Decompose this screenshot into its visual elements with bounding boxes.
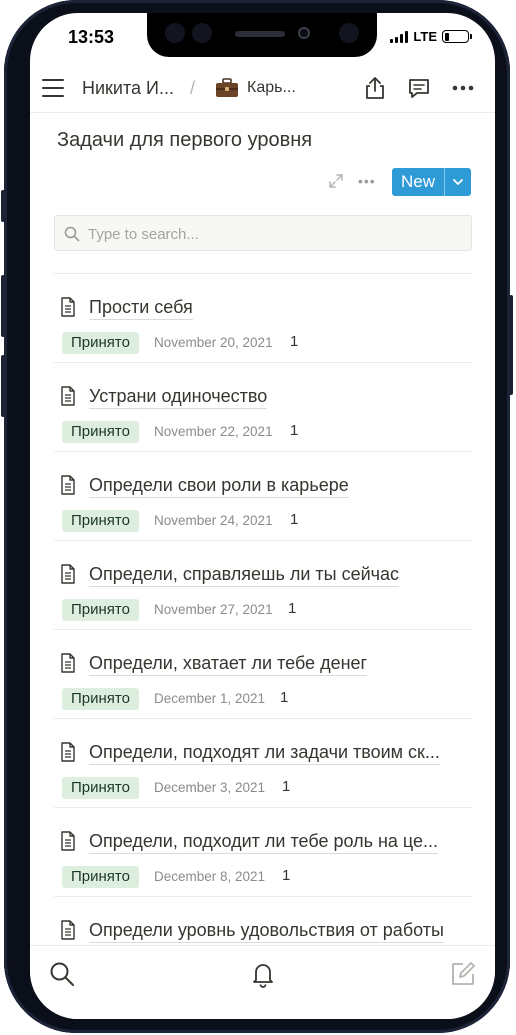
list-item[interactable]: Прости себя Принято November 20, 2021 1 bbox=[54, 274, 472, 363]
list-item[interactable]: Определи свои роли в карьере Принято Nov… bbox=[54, 452, 472, 541]
document-icon bbox=[61, 475, 75, 495]
page-title: Задачи для первого уровня bbox=[57, 129, 313, 151]
network-label: LTE bbox=[413, 29, 437, 44]
status-badge: Принято bbox=[62, 866, 139, 888]
battery-icon bbox=[442, 30, 472, 43]
breadcrumb-workspace[interactable]: Никита И... bbox=[82, 78, 174, 99]
document-icon bbox=[61, 742, 75, 762]
expand-icon[interactable] bbox=[328, 173, 344, 189]
volume-up-button bbox=[1, 275, 5, 337]
breadcrumb-separator: / bbox=[190, 78, 196, 98]
menu-icon[interactable] bbox=[42, 79, 64, 97]
view-more-button[interactable]: ••• bbox=[358, 173, 376, 189]
search-icon[interactable] bbox=[48, 960, 76, 988]
status-badge: Принято bbox=[62, 688, 139, 710]
briefcase-icon bbox=[216, 78, 238, 97]
screen: 13:53 LTE Никита И... / Карь... Задачи д… bbox=[30, 13, 495, 1019]
share-icon[interactable] bbox=[362, 75, 388, 101]
silent-switch bbox=[1, 190, 5, 222]
task-list: Прости себя Принято November 20, 2021 1 … bbox=[54, 274, 472, 986]
status-indicators: LTE bbox=[390, 29, 472, 44]
status-badge: Принято bbox=[62, 421, 139, 443]
document-icon bbox=[61, 831, 75, 851]
notch-speaker bbox=[235, 31, 285, 37]
item-title[interactable]: Определи, хватает ли тебе денег bbox=[89, 653, 368, 676]
search-input[interactable] bbox=[86, 223, 456, 245]
search-icon bbox=[64, 226, 80, 242]
list-item[interactable]: Определи, справляешь ли ты сейчас Принят… bbox=[54, 541, 472, 630]
item-title[interactable]: Определи, справляешь ли ты сейчас bbox=[89, 564, 400, 587]
item-count: 1 bbox=[280, 689, 289, 706]
item-date: November 24, 2021 bbox=[154, 513, 273, 528]
document-icon bbox=[61, 920, 75, 940]
breadcrumb-page[interactable]: Карь... bbox=[247, 79, 296, 97]
document-icon bbox=[61, 297, 75, 317]
document-icon bbox=[61, 653, 75, 673]
status-badge: Принято bbox=[62, 777, 139, 799]
item-title[interactable]: Определи, подходят ли задачи твоим ск... bbox=[89, 742, 440, 765]
item-count: 1 bbox=[290, 422, 299, 439]
item-title[interactable]: Определи, подходит ли тебе роль на це... bbox=[89, 831, 439, 854]
item-title[interactable]: Определи уровнь удовольствия от работы bbox=[89, 920, 444, 943]
volume-down-button bbox=[1, 355, 5, 417]
top-bar: Никита И... / Карь... bbox=[30, 63, 495, 113]
item-date: December 8, 2021 bbox=[154, 869, 266, 884]
notch-sensor bbox=[192, 23, 212, 43]
item-title[interactable]: Определи свои роли в карьере bbox=[89, 475, 349, 498]
item-count: 1 bbox=[290, 511, 299, 528]
item-count: 1 bbox=[288, 600, 297, 617]
phone-frame: 13:53 LTE Никита И... / Карь... Задачи д… bbox=[1, 0, 513, 1033]
item-title[interactable]: Прости себя bbox=[89, 297, 193, 320]
bottom-bar bbox=[30, 945, 495, 1019]
document-icon bbox=[61, 564, 75, 584]
status-badge: Принято bbox=[62, 510, 139, 532]
new-button-label[interactable]: New bbox=[392, 168, 444, 196]
edit-icon[interactable] bbox=[449, 960, 477, 988]
list-item[interactable]: Устрани одиночество Принято November 22,… bbox=[54, 363, 472, 452]
item-date: November 27, 2021 bbox=[154, 602, 273, 617]
status-time: 13:53 bbox=[68, 27, 115, 47]
new-button[interactable]: New bbox=[392, 168, 471, 196]
list-item[interactable]: Определи, подходит ли тебе роль на це...… bbox=[54, 808, 472, 897]
item-date: December 1, 2021 bbox=[154, 691, 266, 706]
power-button bbox=[509, 295, 513, 395]
front-camera bbox=[298, 27, 310, 39]
item-date: November 20, 2021 bbox=[154, 335, 273, 350]
bell-icon[interactable] bbox=[249, 960, 277, 988]
list-item[interactable]: Определи, подходят ли задачи твоим ск...… bbox=[54, 719, 472, 808]
search-box[interactable] bbox=[54, 215, 472, 251]
item-date: November 22, 2021 bbox=[154, 424, 273, 439]
status-badge: Принято bbox=[62, 332, 139, 354]
item-date: December 3, 2021 bbox=[154, 780, 266, 795]
item-count: 1 bbox=[290, 333, 299, 350]
item-count: 1 bbox=[282, 867, 291, 884]
list-item[interactable]: Определи, хватает ли тебе денег Принято … bbox=[54, 630, 472, 719]
notch bbox=[147, 13, 377, 57]
item-count: 1 bbox=[282, 778, 291, 795]
chevron-down-icon[interactable] bbox=[444, 168, 471, 196]
more-icon[interactable] bbox=[450, 75, 476, 101]
item-title[interactable]: Устрани одиночество bbox=[89, 386, 268, 409]
notch-sensor bbox=[339, 23, 359, 43]
notch-sensor bbox=[165, 23, 185, 43]
document-icon bbox=[61, 386, 75, 406]
status-badge: Принято bbox=[62, 599, 139, 621]
comments-icon[interactable] bbox=[406, 75, 432, 101]
signal-icon bbox=[390, 30, 409, 43]
